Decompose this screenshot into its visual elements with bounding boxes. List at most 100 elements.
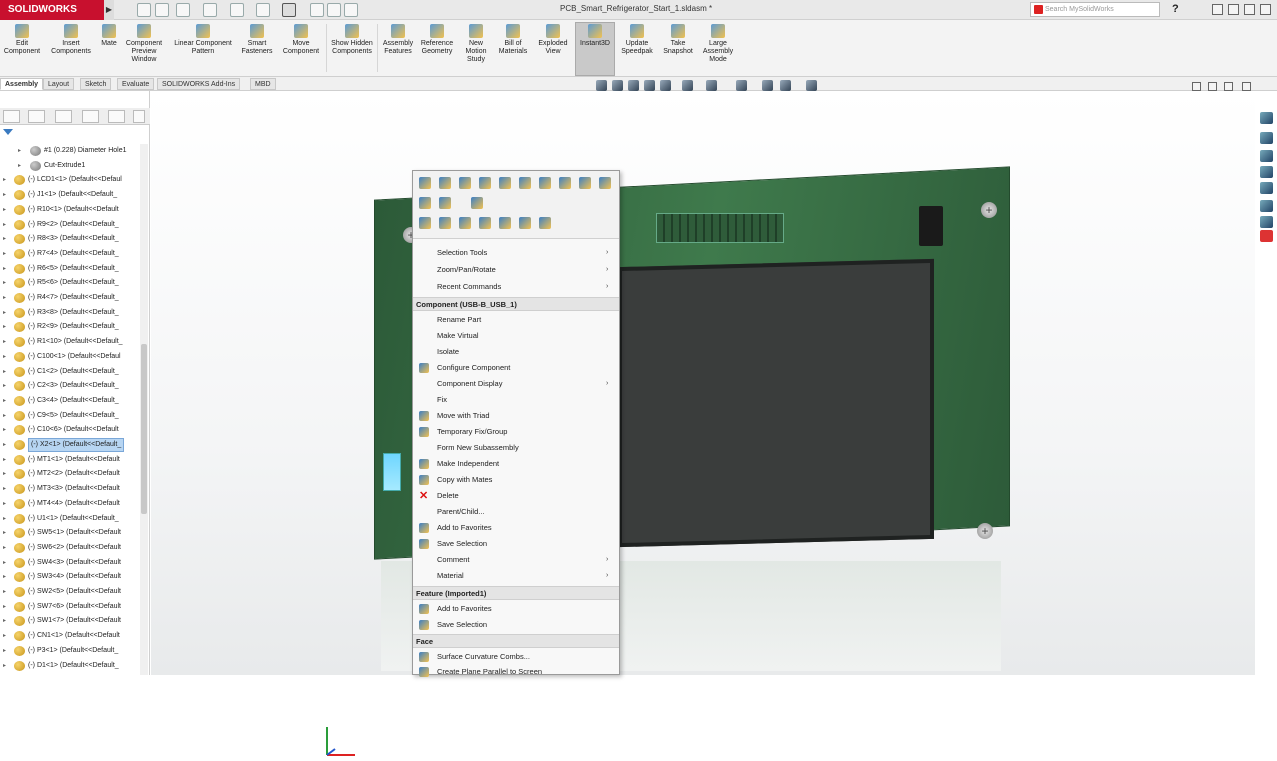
sketch-icon[interactable] bbox=[439, 217, 451, 229]
feature-manager-tab-icon[interactable] bbox=[3, 110, 20, 123]
property-manager-tab-icon[interactable] bbox=[28, 110, 45, 123]
menu-save-selection[interactable]: Save Selection bbox=[413, 536, 619, 552]
expand-arrow-icon[interactable]: ▸ bbox=[3, 335, 6, 349]
tree-item[interactable]: ▸ (-) MT3<3> (Default<<Default bbox=[0, 482, 140, 496]
panel-expand-arrow-icon[interactable] bbox=[133, 110, 145, 123]
view-orientation-icon[interactable] bbox=[682, 80, 693, 91]
menu-component-display[interactable]: Component Display › bbox=[413, 376, 619, 392]
reference-geometry-button[interactable]: Reference Geometry bbox=[418, 24, 456, 56]
edit-appearance-icon[interactable] bbox=[762, 80, 773, 91]
tree-item[interactable]: ▸ (-) R6<5> (Default<<Default_ bbox=[0, 262, 140, 276]
tree-item[interactable]: ▸ (-) R7<4> (Default<<Default_ bbox=[0, 247, 140, 261]
zoom-to-area-icon[interactable] bbox=[612, 80, 623, 91]
tree-item[interactable]: ▸ (-) D1<1> (Default<<Default_ bbox=[0, 659, 140, 673]
expand-arrow-icon[interactable]: ▸ bbox=[3, 394, 6, 408]
component-display-icon[interactable] bbox=[471, 197, 483, 209]
hide-show-items-icon[interactable] bbox=[736, 80, 747, 91]
expand-arrow-icon[interactable]: ▸ bbox=[3, 482, 6, 496]
normal-to-icon[interactable] bbox=[419, 217, 431, 229]
expand-arrow-icon[interactable]: ▸ bbox=[3, 659, 6, 673]
expand-arrow-icon[interactable]: ▸ bbox=[3, 644, 6, 658]
menu-make-independent[interactable]: Make Independent bbox=[413, 456, 619, 472]
red-task-icon[interactable] bbox=[1260, 230, 1273, 242]
expand-arrow-icon[interactable]: ▸ bbox=[3, 467, 6, 481]
move-icon[interactable] bbox=[539, 177, 551, 189]
power-jack-component[interactable] bbox=[919, 206, 943, 246]
mounting-screw-icon[interactable]: + bbox=[981, 202, 997, 218]
search-input[interactable]: Search MySolidWorks bbox=[1030, 2, 1160, 17]
tree-item[interactable]: ▸ (-) R1<10> (Default<<Default_ bbox=[0, 335, 140, 349]
tab-assembly[interactable]: Assembly bbox=[0, 78, 44, 90]
expand-arrow-icon[interactable]: ▸ bbox=[3, 173, 6, 187]
save-icon[interactable] bbox=[203, 3, 217, 17]
menu-rename-part[interactable]: Rename Part bbox=[413, 312, 619, 328]
display-manager-tab-icon[interactable] bbox=[108, 110, 125, 123]
section-icon[interactable] bbox=[519, 217, 531, 229]
tree-item[interactable]: ▸ (-) SW5<1> (Default<<Default bbox=[0, 526, 140, 540]
tree-item[interactable]: ▸ #1 (0.228) Diameter Hole1 bbox=[0, 144, 140, 158]
menu-recent-commands[interactable]: Recent Commands › bbox=[413, 279, 619, 295]
expand-arrow-icon[interactable]: ▸ bbox=[3, 629, 6, 643]
tree-item[interactable]: ▸ (-) C3<4> (Default<<Default_ bbox=[0, 394, 140, 408]
menu-feature-save-selection[interactable]: Save Selection bbox=[413, 617, 619, 633]
expand-arrow-icon[interactable]: ▸ bbox=[3, 423, 6, 437]
tree-item[interactable]: ▸ (-) C9<5> (Default<<Default_ bbox=[0, 409, 140, 423]
expand-arrow-icon[interactable]: ▸ bbox=[3, 497, 6, 511]
zoom-icon[interactable] bbox=[459, 217, 471, 229]
expand-arrow-icon[interactable]: ▸ bbox=[3, 232, 6, 246]
smart-fasteners-button[interactable]: Smart Fasteners bbox=[240, 24, 274, 56]
tree-item[interactable]: ▸ (-) C1<2> (Default<<Default_ bbox=[0, 365, 140, 379]
expand-arrow-icon[interactable]: ▸ bbox=[18, 144, 21, 158]
dynamic-annotation-icon[interactable] bbox=[660, 80, 671, 91]
tree-item[interactable]: ▸ (-) MT1<1> (Default<<Default bbox=[0, 453, 140, 467]
expand-arrow-icon[interactable]: ▸ bbox=[3, 291, 6, 305]
large-assembly-mode-button[interactable]: Large Assembly Mode bbox=[699, 24, 737, 64]
menu-create-plane-parallel[interactable]: Create Plane Parallel to Screen bbox=[413, 664, 619, 680]
menu-delete[interactable]: ✕ Delete bbox=[413, 488, 619, 504]
mate-icon[interactable] bbox=[579, 177, 591, 189]
menu-comment[interactable]: Comment › bbox=[413, 552, 619, 568]
tree-item[interactable]: ▸ (-) SW2<5> (Default<<Default bbox=[0, 585, 140, 599]
tree-item[interactable]: ▸ (-) R4<7> (Default<<Default_ bbox=[0, 291, 140, 305]
view-icon[interactable] bbox=[539, 217, 551, 229]
expand-arrow-icon[interactable]: ▸ bbox=[3, 262, 6, 276]
tree-item[interactable]: ▸ (-) J1<1> (Default<<Default_ bbox=[0, 188, 140, 202]
measure-icon[interactable] bbox=[479, 217, 491, 229]
tree-item[interactable]: ▸ (-) R8<3> (Default<<Default_ bbox=[0, 232, 140, 246]
close-icon[interactable] bbox=[1260, 4, 1271, 15]
viewport-tile-icon[interactable] bbox=[1208, 82, 1217, 91]
expand-arrow-icon[interactable]: ▸ bbox=[3, 218, 6, 232]
hide-icon[interactable] bbox=[499, 177, 511, 189]
expand-arrow-icon[interactable]: ▸ bbox=[3, 585, 6, 599]
menu-arrow-icon[interactable]: ▶ bbox=[104, 0, 114, 20]
tree-scrollbar[interactable] bbox=[140, 144, 148, 675]
menu-parent-child[interactable]: Parent/Child... bbox=[413, 504, 619, 520]
take-snapshot-button[interactable]: Take Snapshot bbox=[660, 24, 696, 56]
tab-evaluate[interactable]: Evaluate bbox=[117, 78, 155, 90]
expand-arrow-icon[interactable]: ▸ bbox=[3, 556, 6, 570]
menu-move-with-triad[interactable]: Move with Triad bbox=[413, 408, 619, 424]
expand-arrow-icon[interactable]: ▸ bbox=[3, 276, 6, 290]
tree-item[interactable]: ▸ (-) C10<6> (Default<<Default bbox=[0, 423, 140, 437]
appearance-dropdown-icon[interactable] bbox=[439, 197, 451, 209]
select-icon[interactable] bbox=[282, 3, 296, 17]
mate-button[interactable]: Mate bbox=[98, 24, 120, 48]
tree-item[interactable]: ▸ Cut-Extrude1 bbox=[0, 159, 140, 173]
section-view-icon[interactable] bbox=[644, 80, 655, 91]
tree-item[interactable]: ▸ (-) SW6<2> (Default<<Default bbox=[0, 541, 140, 555]
tree-item[interactable]: ▸ (-) MT2<2> (Default<<Default bbox=[0, 467, 140, 481]
previous-view-icon[interactable] bbox=[628, 80, 639, 91]
menu-zoom-pan-rotate[interactable]: Zoom/Pan/Rotate › bbox=[413, 262, 619, 278]
expand-arrow-icon[interactable]: ▸ bbox=[3, 247, 6, 261]
apply-scene-icon[interactable] bbox=[780, 80, 791, 91]
expand-arrow-icon[interactable]: ▸ bbox=[3, 512, 6, 526]
expand-arrow-icon[interactable]: ▸ bbox=[3, 379, 6, 393]
viewport-restore-icon[interactable] bbox=[1224, 82, 1233, 91]
menu-temporary-fix-group[interactable]: Temporary Fix/Group bbox=[413, 424, 619, 440]
tree-item[interactable]: ▸ (-) R5<6> (Default<<Default_ bbox=[0, 276, 140, 290]
scrollbar-thumb[interactable] bbox=[141, 344, 147, 514]
expand-arrow-icon[interactable]: ▸ bbox=[3, 320, 6, 334]
menu-add-to-favorites[interactable]: Add to Favorites bbox=[413, 520, 619, 536]
tree-item[interactable]: ▸ (-) MT4<4> (Default<<Default bbox=[0, 497, 140, 511]
tree-item[interactable]: ▸ (-) SW4<3> (Default<<Default bbox=[0, 556, 140, 570]
